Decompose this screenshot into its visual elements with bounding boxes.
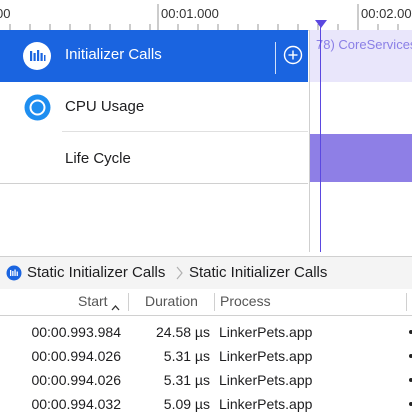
cell-process: LinkerPets.app xyxy=(219,372,313,388)
instrument-icon xyxy=(6,265,22,286)
breadcrumb: Static Initializer Calls Static Initiali… xyxy=(0,256,412,290)
cell-start: 00:00.993.984 xyxy=(31,324,121,340)
initializer-interval[interactable]: 78) CoreServices xyxy=(310,30,412,82)
track-label: Initializer Calls xyxy=(65,46,162,63)
cell-start: 00:00.994.032 xyxy=(31,396,121,412)
ruler-label: 00:01.000 xyxy=(161,6,219,21)
cell-process: LinkerPets.app xyxy=(219,324,313,340)
column-header-start[interactable]: Start xyxy=(78,293,108,309)
cell-duration: 5.31 µs xyxy=(163,372,210,388)
ruler-label-start: 00 xyxy=(0,6,11,21)
table-row[interactable]: 00:00.994.026 5.31 µs LinkerPets.app xyxy=(0,345,412,368)
track-cpu-usage[interactable]: CPU Usage xyxy=(0,82,308,132)
timeline-lane[interactable]: 78) CoreServices xyxy=(309,30,412,252)
table-row[interactable]: 00:00.994.026 5.31 µs LinkerPets.app xyxy=(0,369,412,392)
cell-duration: 5.31 µs xyxy=(163,348,210,364)
ruler-label: 00:02.00 xyxy=(361,6,412,21)
track-label: CPU Usage xyxy=(65,98,145,115)
cell-duration: 5.09 µs xyxy=(163,396,210,412)
cell-start: 00:00.994.026 xyxy=(31,372,121,388)
cell-duration: 24.58 µs xyxy=(156,324,210,340)
track-initializer-calls[interactable]: Initializer Calls xyxy=(0,30,308,82)
playhead-line[interactable] xyxy=(320,22,321,252)
life-cycle-interval[interactable] xyxy=(310,134,412,182)
sort-ascending-icon[interactable] xyxy=(111,298,120,316)
playhead-handle[interactable] xyxy=(315,20,327,28)
column-separator[interactable] xyxy=(406,293,407,311)
table-row[interactable]: 00:00.993.984 24.58 µs LinkerPets.app xyxy=(0,321,412,344)
track-life-cycle[interactable]: Life Cycle xyxy=(0,132,308,184)
header-divider xyxy=(275,42,276,74)
breadcrumb-item[interactable]: Static Initializer Calls xyxy=(27,264,165,281)
interval-label: 78) CoreServices xyxy=(316,37,412,52)
column-separator[interactable] xyxy=(128,293,129,311)
time-ruler[interactable]: 00 00:01.000 00:02.00 xyxy=(0,0,412,31)
bar-chart-icon xyxy=(22,41,52,76)
breadcrumb-item[interactable]: Static Initializer Calls xyxy=(189,264,327,281)
add-track-icon[interactable] xyxy=(283,45,303,70)
table-row[interactable]: 00:00.994.032 5.09 µs LinkerPets.app xyxy=(0,393,412,416)
column-separator[interactable] xyxy=(214,293,215,311)
track-label: Life Cycle xyxy=(65,150,131,167)
column-header-process[interactable]: Process xyxy=(220,293,271,309)
track-divider xyxy=(0,183,308,184)
table-header: Start Duration Process xyxy=(0,289,412,316)
chevron-right-icon xyxy=(176,265,184,286)
column-header-duration[interactable]: Duration xyxy=(145,293,198,309)
cell-process: LinkerPets.app xyxy=(219,396,313,412)
cell-process: LinkerPets.app xyxy=(219,348,313,364)
cpu-gauge-icon xyxy=(24,94,51,126)
cell-start: 00:00.994.026 xyxy=(31,348,121,364)
